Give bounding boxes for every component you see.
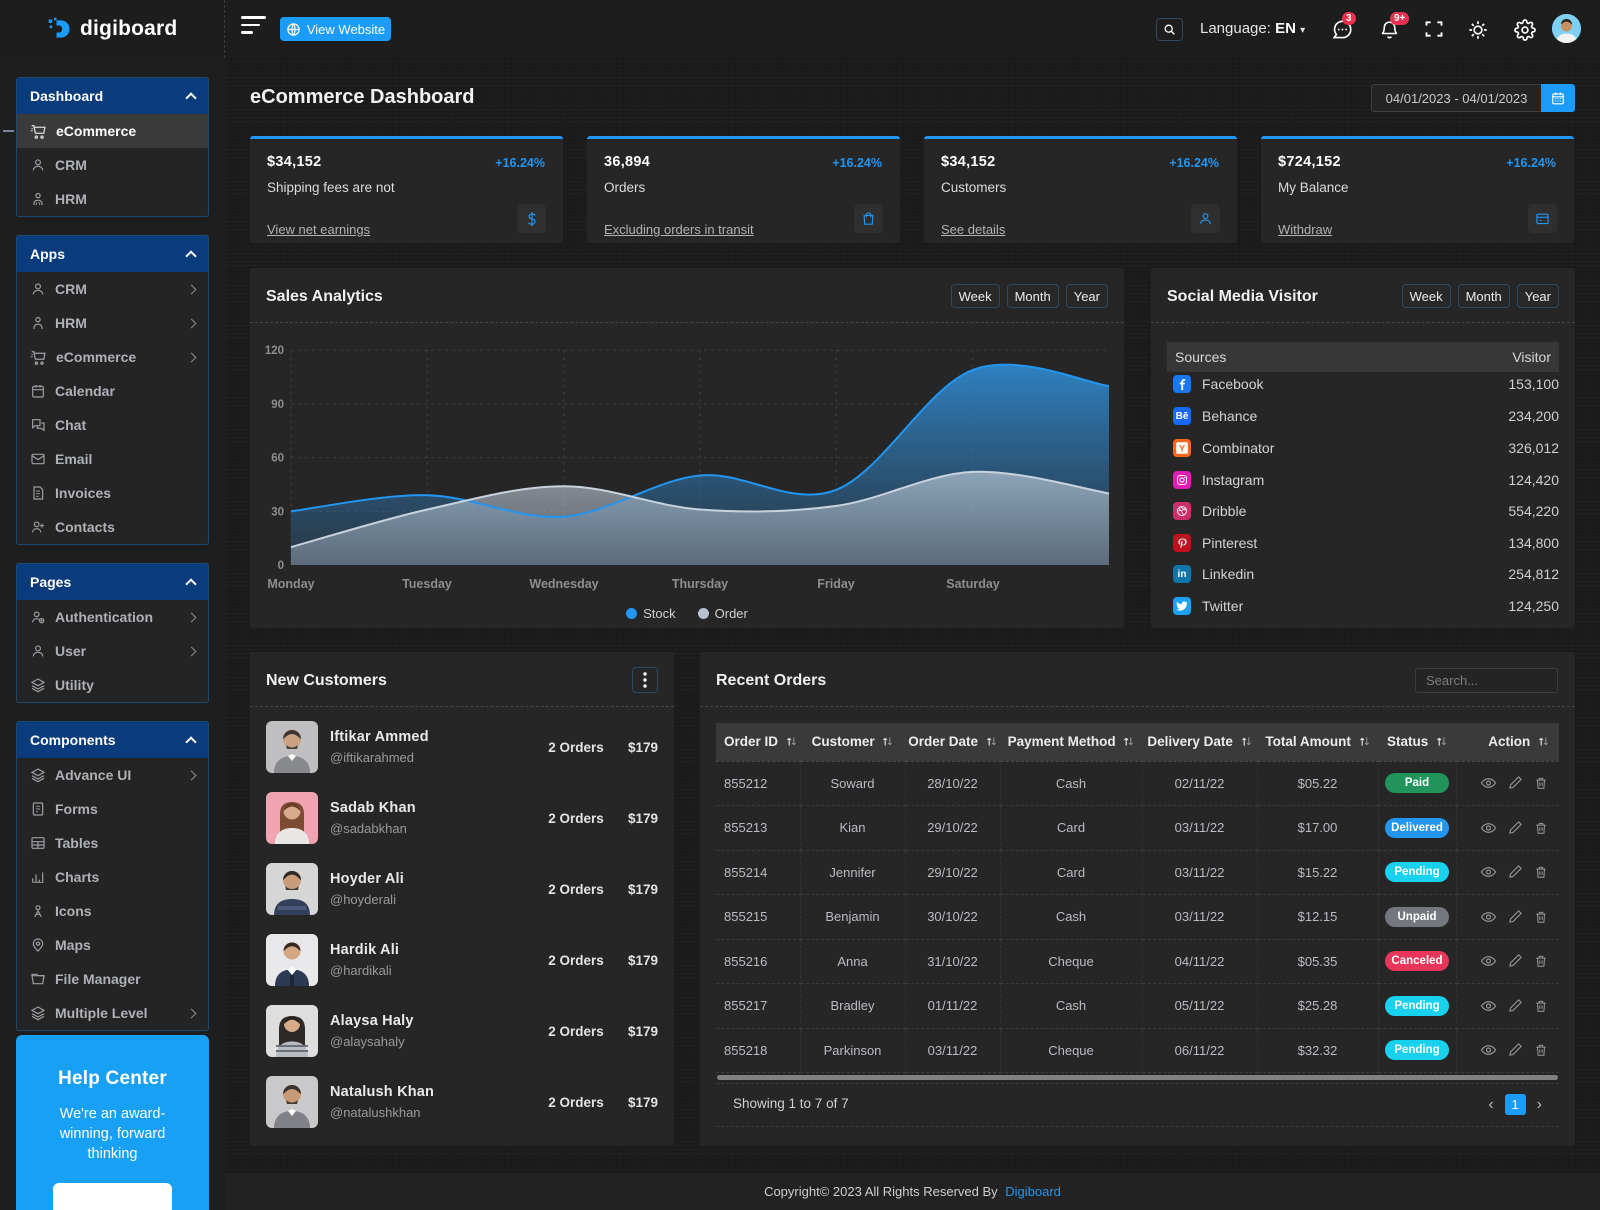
svg-text:Saturday: Saturday	[946, 577, 1000, 591]
svg-text:Y: Y	[1179, 444, 1186, 455]
svg-text:90: 90	[271, 399, 284, 411]
svg-text:120: 120	[265, 345, 284, 357]
svg-text:Monday: Monday	[267, 577, 314, 591]
svg-text:Thursday: Thursday	[672, 577, 728, 591]
svg-text:0: 0	[278, 560, 284, 572]
svg-text:Wednesday: Wednesday	[529, 577, 598, 591]
svg-text:Friday: Friday	[817, 577, 855, 591]
svg-text:30: 30	[271, 506, 284, 518]
svg-text:Tuesday: Tuesday	[402, 577, 452, 591]
svg-text:60: 60	[271, 453, 284, 465]
